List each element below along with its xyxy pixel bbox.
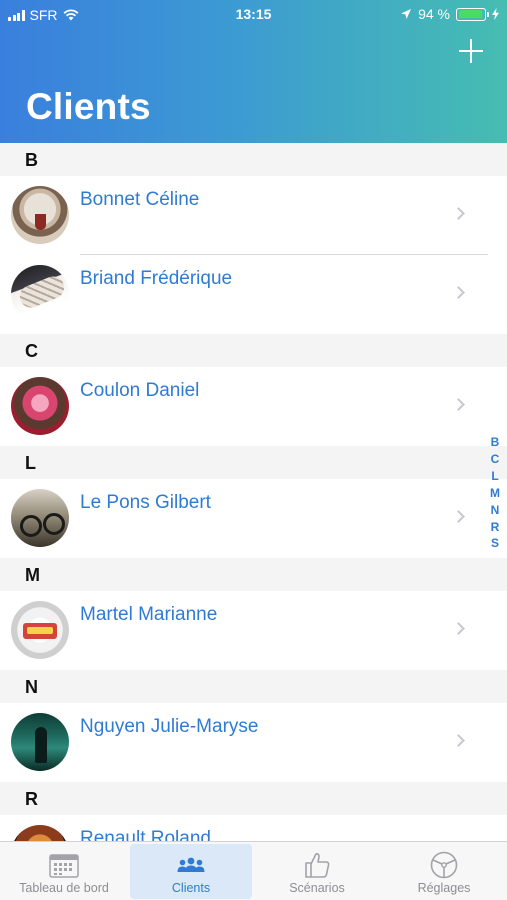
calendar-icon bbox=[49, 854, 79, 878]
chevron-right-icon bbox=[452, 734, 465, 747]
client-row[interactable]: Martel Marianne bbox=[0, 591, 507, 670]
client-row[interactable]: Nguyen Julie-Maryse bbox=[0, 703, 507, 782]
section-header: N bbox=[0, 670, 507, 703]
client-avatar bbox=[11, 377, 69, 435]
tab-scenarios-label: Scénarios bbox=[289, 881, 345, 895]
tab-settings[interactable]: Réglages bbox=[382, 844, 506, 899]
section-header: C bbox=[0, 334, 507, 367]
thumbs-up-icon bbox=[305, 853, 330, 878]
section-header: R bbox=[0, 782, 507, 815]
client-row[interactable]: Le Pons Gilbert bbox=[0, 479, 507, 558]
client-row[interactable]: Renault Roland bbox=[0, 815, 507, 841]
page-title: Clients bbox=[26, 86, 151, 127]
client-avatar bbox=[11, 825, 69, 841]
tab-scenarios[interactable]: Scénarios bbox=[256, 844, 378, 899]
tab-clients[interactable]: Clients bbox=[130, 844, 252, 899]
location-arrow-icon bbox=[401, 9, 412, 19]
client-avatar bbox=[11, 186, 69, 244]
section-header: M bbox=[0, 558, 507, 591]
index-letter[interactable]: B bbox=[491, 434, 500, 451]
people-icon bbox=[177, 857, 205, 872]
tab-settings-label: Réglages bbox=[417, 881, 471, 895]
index-letter[interactable]: M bbox=[490, 485, 500, 502]
header: SFR 13:15 94 % Clients bbox=[0, 0, 507, 143]
chevron-right-icon bbox=[452, 207, 465, 220]
index-letter[interactable]: N bbox=[491, 502, 500, 519]
client-list[interactable]: B Bonnet Céline Briand Frédérique C Coulon D… bbox=[0, 143, 507, 841]
chevron-right-icon bbox=[452, 398, 465, 411]
index-letter[interactable]: R bbox=[491, 519, 500, 536]
tab-dashboard-label: Tableau de bord bbox=[19, 881, 109, 895]
client-row[interactable]: Bonnet Céline bbox=[0, 176, 507, 255]
tab-clients-label: Clients bbox=[171, 881, 211, 895]
client-name: Bonnet Céline bbox=[80, 189, 200, 210]
section-index-bar[interactable]: BCLMNRS bbox=[488, 434, 502, 552]
client-avatar bbox=[11, 265, 69, 323]
status-right: 94 % bbox=[400, 6, 499, 22]
client-row[interactable]: Coulon Daniel bbox=[0, 367, 507, 446]
battery-percent: 94 % bbox=[418, 6, 450, 22]
battery-icon bbox=[456, 7, 489, 21]
client-avatar bbox=[11, 713, 69, 771]
chevron-right-icon bbox=[452, 286, 465, 299]
client-avatar bbox=[11, 489, 69, 547]
tab-dashboard[interactable]: Tableau de bord bbox=[0, 844, 128, 899]
client-name: Martel Marianne bbox=[80, 604, 218, 625]
index-letter[interactable]: L bbox=[491, 468, 498, 485]
index-letter[interactable]: S bbox=[491, 535, 499, 552]
index-letter[interactable]: C bbox=[491, 451, 500, 468]
client-name: Coulon Daniel bbox=[80, 380, 200, 401]
client-name: Briand Frédérique bbox=[80, 268, 233, 289]
chevron-right-icon bbox=[452, 510, 465, 523]
section-header: B bbox=[0, 143, 507, 176]
chevron-right-icon bbox=[452, 622, 465, 635]
charging-bolt-icon bbox=[492, 8, 499, 20]
client-name: Renault Roland bbox=[80, 828, 211, 841]
section-header: L bbox=[0, 446, 507, 479]
add-client-button[interactable] bbox=[457, 37, 485, 65]
client-row[interactable]: Briand Frédérique bbox=[0, 255, 507, 334]
client-avatar bbox=[11, 601, 69, 659]
tab-bar: Tableau de bord Clients Scénarios Réglag… bbox=[0, 841, 507, 900]
clients-screen: SFR 13:15 94 % Clients B Bonnet Céline B… bbox=[0, 0, 507, 900]
client-name: Nguyen Julie-Maryse bbox=[80, 716, 259, 737]
status-bar: SFR 13:15 94 % bbox=[0, 0, 507, 30]
steering-wheel-icon bbox=[430, 851, 458, 879]
client-name: Le Pons Gilbert bbox=[80, 492, 211, 513]
